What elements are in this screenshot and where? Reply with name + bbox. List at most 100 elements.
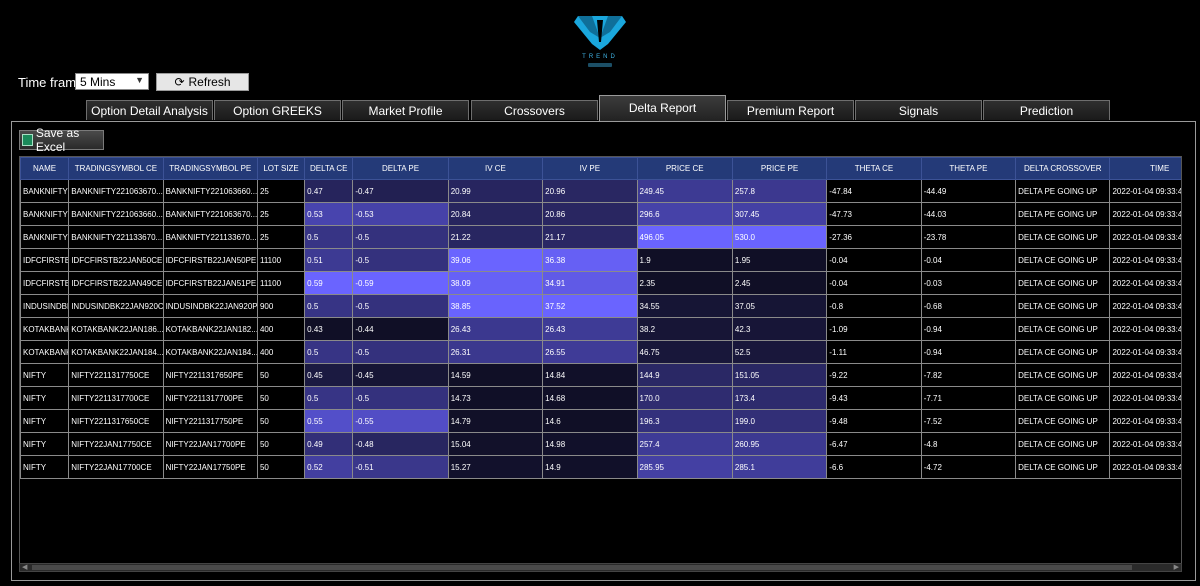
column-header-time[interactable]: TIME [1109,157,1181,180]
cell-theta-pe: -0.68 [920,294,1017,318]
timeframe-select[interactable]: 5 Mins ▼ [75,73,149,90]
column-header-price-pe[interactable]: PRICE PE [731,157,828,180]
cell-delta-ce: 0.47 [304,179,354,203]
tab-premium-report[interactable]: Premium Report [727,100,854,120]
cell-lot-size: 25 [256,179,306,203]
cell-price-ce: 196.3 [636,409,733,433]
cell-price-pe: 260.95 [731,432,828,456]
table-row[interactable]: KOTAKBANK KOTAKBANK22JAN184... KOTAKBANK22… [20,340,1181,364]
cell-time: 2022-01-04 09:33:47 [1109,432,1181,456]
tab-market-profile[interactable]: Market Profile [342,100,469,120]
table-row[interactable]: IDFCFIRSTB IDFCFIRSTB22JAN50CE IDFCFIRSTB2… [20,248,1181,272]
timeframe-label: Time frame [18,75,84,90]
cell-tradingsymbol-ce: KOTAKBANK22JAN186... [68,317,164,341]
column-header-iv-ce[interactable]: IV CE [447,157,544,180]
cell-price-pe: 307.45 [731,202,828,226]
cell-iv-pe: 14.68 [542,386,638,410]
column-header-name[interactable]: NAME [20,157,70,180]
cell-lot-size: 50 [256,455,306,479]
refresh-button[interactable]: ⟳ Refresh [156,73,249,91]
save-as-excel-button[interactable]: Save as Excel [19,126,104,154]
cell-time: 2022-01-04 09:33:47 [1109,271,1181,295]
cell-delta-ce: 0.43 [304,317,354,341]
cell-name: IDFCFIRSTB [20,271,70,295]
cell-price-ce: 46.75 [636,340,733,364]
cell-delta-pe: -0.45 [352,363,449,387]
table-row[interactable]: BANKNIFTY BANKNIFTY221063660... BANKNIFTY2… [20,202,1181,226]
cell-lot-size: 50 [256,409,306,433]
cell-theta-pe: -0.94 [920,317,1017,341]
column-header-lot-size[interactable]: LOT SIZE [256,157,306,180]
table-row[interactable]: KOTAKBANK KOTAKBANK22JAN186... KOTAKBANK22… [20,317,1181,341]
cell-name: NIFTY [20,455,70,479]
cell-tradingsymbol-pe: NIFTY22JAN17750PE [162,455,258,479]
tab-crossovers[interactable]: Crossovers [471,100,598,120]
cell-tradingsymbol-ce: NIFTY22JAN17750CE [68,432,164,456]
cell-iv-pe: 14.84 [542,363,638,387]
cell-delta-ce: 0.5 [304,294,354,318]
cell-price-pe: 1.95 [731,248,828,272]
cell-tradingsymbol-ce: INDUSINDBK22JAN920CE [68,294,164,318]
cell-tradingsymbol-ce: BANKNIFTY221063670... [68,179,164,203]
cell-price-pe: 530.0 [731,225,828,249]
cell-iv-ce: 21.22 [447,225,544,249]
scroll-right-icon[interactable]: ▶ [1174,563,1179,571]
table-row[interactable]: BANKNIFTY BANKNIFTY221133670... BANKNIFTY2… [20,225,1181,249]
cell-time: 2022-01-04 09:33:47 [1109,340,1181,364]
table-row[interactable]: NIFTY NIFTY2211317700CE NIFTY2211317700PE 5… [20,386,1181,410]
cell-delta-pe: -0.5 [352,225,449,249]
tab-delta-report[interactable]: Delta Report [599,95,726,121]
cell-price-ce: 170.0 [636,386,733,410]
cell-delta-ce: 0.5 [304,225,354,249]
tab-option-detail-analysis[interactable]: Option Detail Analysis [86,100,213,120]
tab-option-greeks[interactable]: Option GREEKS [214,100,341,120]
cell-theta-pe: -0.03 [920,271,1017,295]
scrollbar-thumb[interactable] [32,565,1132,570]
tab-prediction[interactable]: Prediction [983,100,1110,120]
table-row[interactable]: NIFTY NIFTY22JAN17750CE NIFTY22JAN17700PE 5… [20,432,1181,456]
cell-theta-pe: -7.82 [920,363,1017,387]
cell-iv-ce: 14.79 [447,409,544,433]
column-header-tradingsymbol-pe[interactable]: TRADINGSYMBOL PE [162,157,258,180]
cell-tradingsymbol-pe: KOTAKBANK22JAN182... [162,317,258,341]
cell-price-ce: 144.9 [636,363,733,387]
cell-price-pe: 151.05 [731,363,828,387]
tab-signals[interactable]: Signals [855,100,982,120]
cell-theta-ce: -47.73 [826,202,922,226]
cell-time: 2022-01-04 09:33:47 [1109,386,1181,410]
save-as-excel-label: Save as Excel [35,126,80,154]
cell-iv-pe: 34.91 [542,271,638,295]
cell-tradingsymbol-ce: BANKNIFTY221133670... [68,225,164,249]
column-header-theta-ce[interactable]: THETA CE [826,157,922,180]
cell-iv-pe: 26.55 [542,340,638,364]
cell-iv-pe: 37.52 [542,294,638,318]
cell-delta-crossover: DELTA CE GOING UP [1015,432,1111,456]
horizontal-scrollbar[interactable]: ◀ ▶ [19,563,1182,572]
column-header-delta-ce[interactable]: DELTA CE [304,157,354,180]
column-header-delta-crossover[interactable]: DELTA CROSSOVER [1015,157,1111,180]
delta-report-grid[interactable]: NAME TRADINGSYMBOL CE TRADINGSYMBOL PE LOT … [19,156,1182,564]
scroll-left-icon[interactable]: ◀ [22,563,27,571]
cell-delta-crossover: DELTA CE GOING UP [1015,225,1111,249]
cell-delta-ce: 0.5 [304,386,354,410]
cell-price-ce: 296.6 [636,202,733,226]
column-header-theta-pe[interactable]: THETA PE [920,157,1017,180]
tab-bar: Option Detail Analysis Option GREEKS Mar… [86,95,1114,121]
table-row[interactable]: BANKNIFTY BANKNIFTY221063670... BANKNIFTY2… [20,179,1181,203]
table-row[interactable]: NIFTY NIFTY2211317650CE NIFTY2211317750PE 5… [20,409,1181,433]
delta-report-panel: Save as Excel NAME TRADINGSYMBOL CE TRADIN… [11,121,1196,581]
column-header-price-ce[interactable]: PRICE CE [636,157,733,180]
column-header-tradingsymbol-ce[interactable]: TRADINGSYMBOL CE [68,157,164,180]
cell-theta-pe: -23.78 [920,225,1017,249]
table-row[interactable]: INDUSINDBK INDUSINDBK22JAN920CE INDUSINDBK… [20,294,1181,318]
cell-iv-pe: 26.43 [542,317,638,341]
table-row[interactable]: NIFTY NIFTY22JAN17700CE NIFTY22JAN17750PE 5… [20,455,1181,479]
table-row[interactable]: NIFTY NIFTY2211317750CE NIFTY2211317650PE 5… [20,363,1181,387]
column-header-iv-pe[interactable]: IV PE [542,157,638,180]
table-row[interactable]: IDFCFIRSTB IDFCFIRSTB22JAN49CE IDFCFIRSTB2… [20,271,1181,295]
cell-name: IDFCFIRSTB [20,248,70,272]
cell-name: NIFTY [20,386,70,410]
column-header-delta-pe[interactable]: DELTA PE [352,157,449,180]
cell-delta-pe: -0.48 [352,432,449,456]
cell-iv-ce: 20.99 [447,179,544,203]
